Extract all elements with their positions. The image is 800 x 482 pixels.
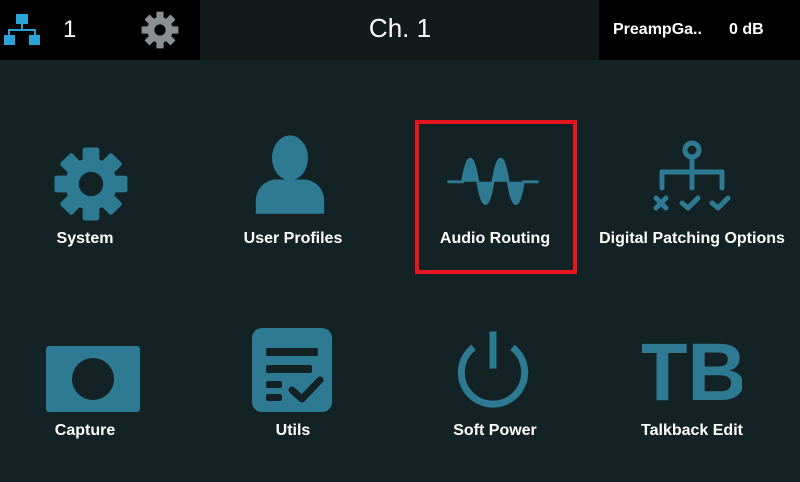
camera-capture-icon	[46, 346, 140, 412]
channel-count: 1	[63, 16, 77, 43]
menu-item-system[interactable]: System	[0, 110, 200, 290]
parameter-value: 0 dB	[729, 21, 764, 38]
network-tree-icon[interactable]	[4, 12, 40, 48]
parameter-name: PreampGa..	[613, 21, 702, 38]
user-icon	[255, 135, 325, 214]
menu-label-utils: Utils	[275, 422, 311, 439]
menu-label-audio-routing: Audio Routing	[439, 230, 551, 247]
top-bar: 1 Ch. 1 PreampGa.. 0 dB	[0, 0, 800, 60]
menu-item-talkback-edit[interactable]: TB Talkback Edit	[592, 302, 792, 482]
checklist-icon	[252, 328, 332, 412]
menu-item-digital-patching-options[interactable]: Digital Patching Options	[592, 110, 792, 290]
menu-item-user-profiles[interactable]: User Profiles	[193, 110, 393, 290]
menu-item-capture[interactable]: Capture	[0, 302, 200, 482]
menu-label-system: System	[56, 230, 114, 247]
menu-label-soft-power: Soft Power	[453, 422, 537, 439]
menu-item-audio-routing[interactable]: Audio Routing	[395, 110, 595, 290]
svg-text:TB: TB	[642, 336, 742, 406]
waveform-icon	[447, 157, 539, 205]
menu-label-digital-patching-options: Digital Patching Options	[599, 230, 785, 247]
menu-label-capture: Capture	[54, 422, 116, 439]
top-left-panel: 1	[0, 0, 200, 60]
channel-title[interactable]: Ch. 1	[200, 13, 600, 44]
menu-item-soft-power[interactable]: Soft Power	[395, 302, 595, 482]
gear-icon	[54, 147, 128, 221]
patching-tree-icon	[653, 140, 731, 211]
parameter-display[interactable]: PreampGa.. 0 dB	[599, 0, 800, 60]
settings-gear-icon[interactable]	[140, 10, 180, 50]
menu-label-user-profiles: User Profiles	[243, 230, 343, 247]
power-icon	[457, 331, 529, 408]
tb-icon: TB	[642, 336, 742, 406]
menu-item-utils[interactable]: Utils	[193, 302, 393, 482]
menu-label-talkback-edit: Talkback Edit	[641, 422, 743, 439]
